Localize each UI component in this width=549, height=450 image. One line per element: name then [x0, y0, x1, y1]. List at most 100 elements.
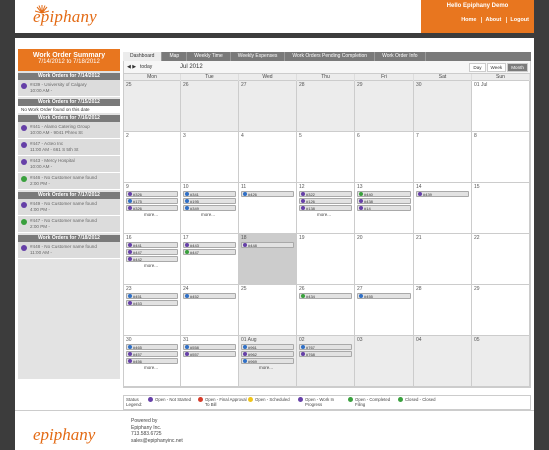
work-order-item[interactable]: #447 - No Customer name found 2:00 PM -	[18, 216, 120, 233]
calendar-day-cell[interactable]: 28	[297, 81, 355, 131]
calendar-day-cell[interactable]: 24 #452	[181, 285, 239, 335]
calendar-event[interactable]: #14	[357, 205, 411, 211]
calendar-day-cell[interactable]: 26	[181, 81, 239, 131]
calendar-day-cell[interactable]: 12 #322 #126 #138 more...	[297, 183, 355, 233]
calendar-event[interactable]: #441	[126, 242, 178, 248]
tab-weekly-time[interactable]: Weekly Time	[187, 52, 231, 61]
calendar-day-cell[interactable]: 03	[355, 336, 414, 386]
calendar-day-cell[interactable]: 30	[414, 81, 472, 131]
work-order-item[interactable]: #448 - No Customer name found 11:00 AM -	[18, 242, 120, 259]
calendar-day-cell[interactable]: 04	[414, 336, 472, 386]
calendar-event[interactable]: #457	[126, 351, 178, 357]
tab-weekly-expenses[interactable]: Weekly Expenses	[231, 52, 286, 61]
calendar-day-cell[interactable]: 13 #440 #438 #14	[355, 183, 414, 233]
calendar-day-cell[interactable]: 22	[472, 234, 530, 284]
calendar-day-cell[interactable]: 29	[355, 81, 414, 131]
calendar-day-cell[interactable]: 20	[355, 234, 414, 284]
calendar-event[interactable]: #969	[241, 358, 294, 364]
calendar-event[interactable]: #438	[357, 198, 411, 204]
calendar-event[interactable]: #557	[183, 351, 236, 357]
nav-home-link[interactable]: Home	[458, 17, 479, 23]
calendar-day-cell[interactable]: 4	[239, 132, 297, 182]
calendar-day-cell[interactable]: 11 #426	[239, 183, 297, 233]
calendar-event[interactable]: #341	[183, 191, 236, 197]
work-order-item[interactable]: #439 - University of Calgary 10:00 AM -	[18, 80, 120, 97]
calendar-event[interactable]: #440	[357, 191, 411, 197]
tab-dashboard[interactable]: Dashboard	[123, 52, 163, 61]
calendar-day-cell[interactable]: 2	[124, 132, 181, 182]
calendar-day-cell[interactable]: 19	[297, 234, 355, 284]
tab-map[interactable]: Map	[162, 52, 188, 61]
more-link[interactable]: more...	[239, 365, 296, 370]
calendar-event[interactable]: #443	[183, 242, 236, 248]
calendar-event[interactable]: #448	[241, 242, 294, 248]
calendar-day-cell[interactable]: 6	[355, 132, 414, 182]
calendar-event[interactable]: #961	[241, 344, 294, 350]
calendar-event[interactable]: #455	[357, 293, 411, 299]
calendar-event[interactable]: #439	[416, 191, 469, 197]
more-link[interactable]: more...	[124, 212, 180, 217]
work-order-item[interactable]: #441 - Alamo Catering Group 10:00 AM - 90…	[18, 122, 120, 139]
calendar-day-cell[interactable]: 16 #441 #447 #442 more...	[124, 234, 181, 284]
calendar-event[interactable]: #426	[241, 191, 294, 197]
calendar-day-cell[interactable]: 7	[414, 132, 472, 182]
calendar-day-cell[interactable]: 17 #443 #447	[181, 234, 239, 284]
tab-work-orders-pending-completion[interactable]: Work Orders Pending Completion	[285, 52, 376, 61]
calendar-day-cell[interactable]: 5	[297, 132, 355, 182]
calendar-day-cell[interactable]: 27 #455	[355, 285, 414, 335]
calendar-day-cell[interactable]: 01 Jul	[472, 81, 530, 131]
calendar-day-cell[interactable]: 23 #451 #453	[124, 285, 181, 335]
calendar-day-cell[interactable]: 05	[472, 336, 530, 386]
calendar-event[interactable]: #126	[299, 198, 352, 204]
calendar-event[interactable]: #326	[126, 205, 178, 211]
calendar-event[interactable]: #456	[126, 358, 178, 364]
calendar-event[interactable]: #138	[299, 205, 352, 211]
prev-month-button[interactable]: ◀	[127, 64, 131, 70]
calendar-event[interactable]: #962	[241, 351, 294, 357]
calendar-event[interactable]: #442	[126, 256, 178, 262]
calendar-event[interactable]: #453	[126, 300, 178, 306]
nav-logout-link[interactable]: Logout	[506, 17, 532, 23]
calendar-day-cell[interactable]: 18 #448	[239, 234, 297, 284]
calendar-event[interactable]: #447	[126, 249, 178, 255]
work-order-item[interactable]: #447 - Acteo Inc 11:00 AM - 661 S 5th St	[18, 139, 120, 156]
calendar-day-cell[interactable]: 31 #558 #557	[181, 336, 239, 386]
view-month-button[interactable]: Month	[507, 63, 528, 72]
work-order-item[interactable]: #449 - No Customer name found 4:00 PM -	[18, 199, 120, 216]
calendar-day-cell[interactable]: 29	[472, 285, 530, 335]
calendar-day-cell[interactable]: 9 #326 #175 #326 more...	[124, 183, 181, 233]
more-link[interactable]: more...	[124, 365, 180, 370]
nav-about-link[interactable]: About	[481, 17, 504, 23]
calendar-day-cell[interactable]: 25	[239, 285, 297, 335]
calendar-day-cell[interactable]: 15	[472, 183, 530, 233]
calendar-day-cell[interactable]: 3	[181, 132, 239, 182]
calendar-day-cell[interactable]: 21	[414, 234, 472, 284]
calendar-event[interactable]: #349	[183, 205, 236, 211]
view-week-button[interactable]: Week	[486, 63, 507, 72]
calendar-event[interactable]: #175	[126, 198, 178, 204]
calendar-event[interactable]: #322	[299, 191, 352, 197]
work-order-item[interactable]: #443 - Mercy Hospital 10:00 AM -	[18, 156, 120, 173]
calendar-event[interactable]: #767	[299, 344, 352, 350]
calendar-event[interactable]: #195	[183, 198, 236, 204]
calendar-day-cell[interactable]: 8	[472, 132, 530, 182]
more-link[interactable]: more...	[124, 263, 180, 268]
view-day-button[interactable]: Day	[469, 63, 486, 72]
calendar-day-cell[interactable]: 01 Aug #961 #962 #969 more...	[239, 336, 297, 386]
more-link[interactable]: more...	[181, 212, 238, 217]
more-link[interactable]: more...	[297, 212, 354, 217]
calendar-event[interactable]: #558	[183, 344, 236, 350]
calendar-day-cell[interactable]: 25	[124, 81, 181, 131]
calendar-event[interactable]: #326	[126, 191, 178, 197]
calendar-day-cell[interactable]: 10 #341 #195 #349 more...	[181, 183, 239, 233]
calendar-day-cell[interactable]: 30 #465 #457 #456 more...	[124, 336, 181, 386]
tab-work-order-info[interactable]: Work Order Info	[375, 52, 426, 61]
calendar-day-cell[interactable]: 26 #434	[297, 285, 355, 335]
calendar-day-cell[interactable]: 27	[239, 81, 297, 131]
calendar-day-cell[interactable]: 28	[414, 285, 472, 335]
today-button[interactable]: today	[140, 64, 152, 70]
calendar-event[interactable]: #768	[299, 351, 352, 357]
next-month-button[interactable]: ▶	[132, 64, 136, 70]
calendar-event[interactable]: #434	[299, 293, 352, 299]
calendar-event[interactable]: #451	[126, 293, 178, 299]
